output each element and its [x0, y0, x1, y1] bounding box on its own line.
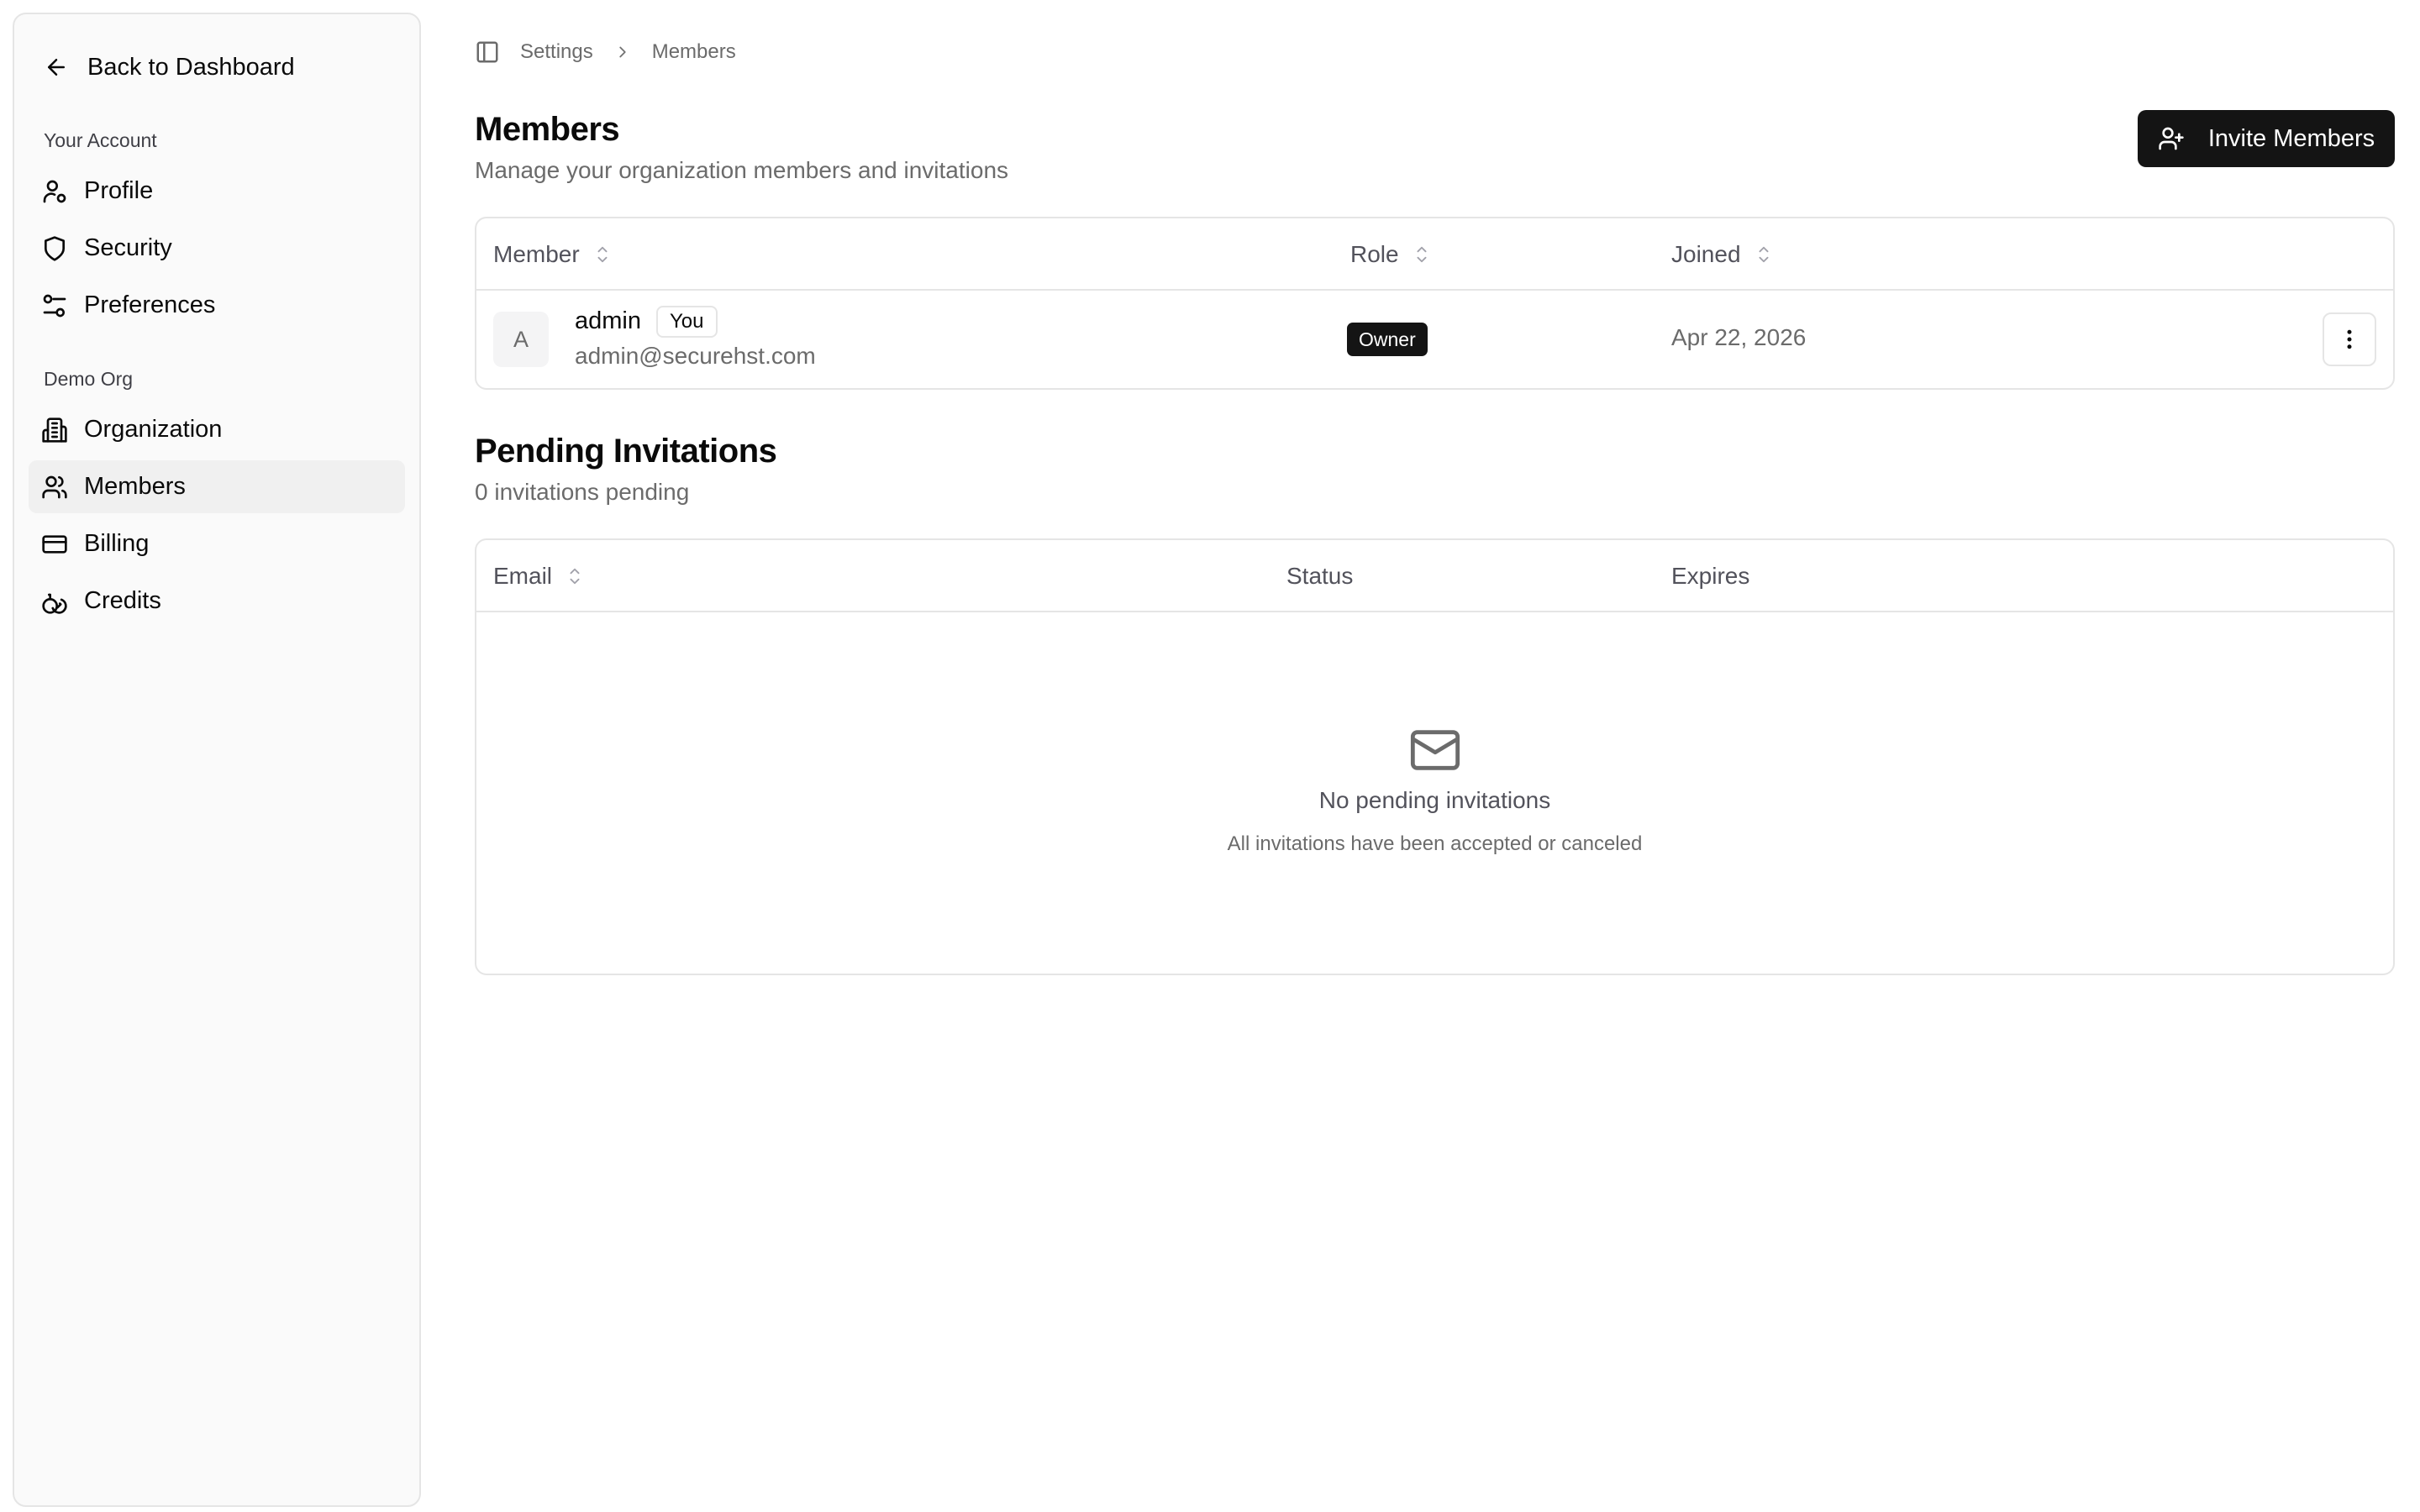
column-label: Expires	[1671, 563, 1750, 589]
sort-icon	[566, 565, 584, 587]
building-icon	[40, 416, 69, 444]
shield-icon	[40, 234, 69, 263]
breadcrumb: Settings Members	[475, 39, 736, 65]
back-to-dashboard-label: Back to Dashboard	[87, 53, 295, 81]
sidebar-item-label: Preferences	[84, 291, 216, 318]
sidebar-item-preferences[interactable]: Preferences	[29, 279, 405, 332]
breadcrumb-members: Members	[651, 40, 736, 63]
pending-invitations-count: 0 invitations pending	[475, 479, 690, 505]
group-label-account: Your Account	[44, 129, 157, 151]
sort-icon	[1413, 244, 1431, 265]
row-actions-button[interactable]	[2323, 312, 2376, 366]
coins-icon	[40, 587, 69, 616]
group-label-org: Demo Org	[44, 367, 134, 390]
empty-state-subtitle: All invitations have been accepted or ca…	[1227, 832, 1643, 855]
sidebar-item-label: Billing	[84, 530, 150, 557]
sidebar-item-security[interactable]: Security	[29, 222, 405, 275]
column-header-expires: Expires	[1671, 540, 1749, 612]
sidebar-toggle-icon[interactable]	[475, 39, 500, 65]
sidebar-item-label: Members	[84, 473, 186, 500]
table-header: Member Role Joined	[476, 218, 2393, 291]
mail-icon	[1408, 723, 1462, 777]
member-email: admin@securehst.com	[575, 343, 816, 369]
breadcrumb-settings[interactable]: Settings	[520, 40, 593, 64]
sidebar-item-label: Credits	[84, 587, 161, 614]
role-badge: Owner	[1347, 323, 1428, 356]
sidebar-item-members[interactable]: Members	[29, 460, 405, 513]
invitations-table: Email Status Expires No pending invitati…	[475, 538, 2395, 975]
column-header-member[interactable]: Member	[493, 218, 612, 291]
sort-icon	[593, 244, 612, 265]
table-header: Email Status Expires	[476, 540, 2393, 612]
column-label: Email	[493, 563, 553, 589]
column-label: Role	[1350, 241, 1399, 267]
credit-card-icon	[40, 530, 69, 559]
sidebar-item-credits[interactable]: Credits	[29, 575, 405, 627]
column-header-email[interactable]: Email	[493, 540, 584, 612]
column-header-role[interactable]: Role	[1350, 218, 1431, 291]
page-subtitle: Manage your organization members and inv…	[475, 157, 1009, 183]
invite-members-button[interactable]: Invite Members	[2138, 110, 2395, 167]
settings-sidebar: Back to Dashboard Your Account Profile S…	[13, 13, 421, 1507]
chevron-right-icon	[613, 43, 632, 61]
user-icon	[40, 177, 69, 206]
arrow-left-icon	[44, 55, 69, 80]
sidebar-item-label: Organization	[84, 416, 223, 443]
column-header-status: Status	[1286, 540, 1353, 612]
sort-icon	[1754, 244, 1773, 265]
sidebar-item-organization[interactable]: Organization	[29, 403, 405, 456]
member-name: admin	[575, 307, 641, 334]
user-plus-icon	[2158, 125, 2185, 152]
joined-date: Apr 22, 2026	[1671, 324, 1807, 350]
empty-state-title: No pending invitations	[1318, 787, 1551, 813]
page-title: Members	[475, 111, 620, 148]
column-label: Joined	[1671, 241, 1741, 267]
column-label: Member	[493, 241, 580, 267]
main-content: Settings Members Members Manage your org…	[475, 0, 2395, 1512]
users-icon	[40, 473, 69, 501]
sidebar-item-label: Profile	[84, 177, 154, 204]
back-to-dashboard-link[interactable]: Back to Dashboard	[29, 39, 405, 95]
sidebar-item-profile[interactable]: Profile	[29, 165, 405, 218]
column-label: Status	[1286, 563, 1354, 589]
empty-state: No pending invitations All invitations h…	[476, 612, 2393, 974]
more-vertical-icon	[2337, 327, 2362, 352]
sidebar-item-billing[interactable]: Billing	[29, 517, 405, 570]
sidebar-item-label: Security	[84, 234, 172, 261]
avatar: A	[493, 312, 549, 367]
table-row: A admin You admin@securehst.com Owner Ap…	[476, 291, 2393, 388]
members-table: Member Role Joined A admin You admin@sec…	[475, 217, 2395, 390]
sliders-icon	[40, 291, 69, 320]
invite-members-label: Invite Members	[2207, 124, 2375, 152]
pending-invitations-title: Pending Invitations	[475, 433, 777, 470]
column-header-joined[interactable]: Joined	[1671, 218, 1773, 291]
you-badge: You	[656, 306, 718, 338]
